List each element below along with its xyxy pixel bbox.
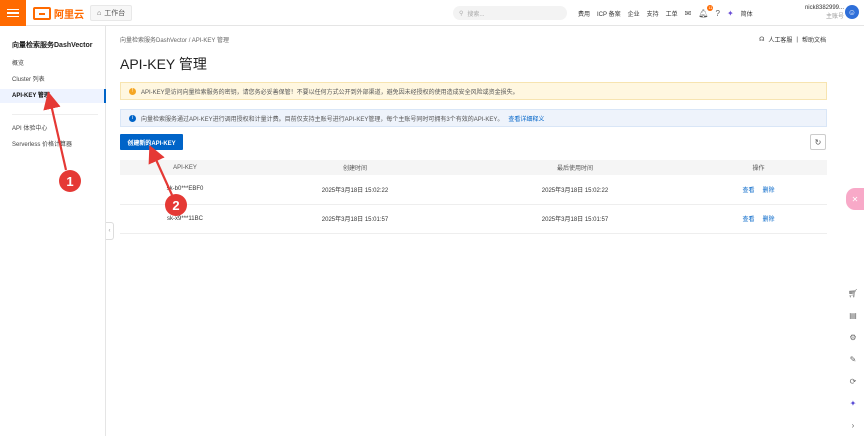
annotation-overlay: 1 2 <box>43 91 187 216</box>
annotation-arrow-1 <box>43 91 68 171</box>
annotation-marker-1-label: 1 <box>66 174 73 189</box>
annotation-arrow-2 <box>148 144 174 196</box>
annotation-marker-2-label: 2 <box>172 198 179 213</box>
